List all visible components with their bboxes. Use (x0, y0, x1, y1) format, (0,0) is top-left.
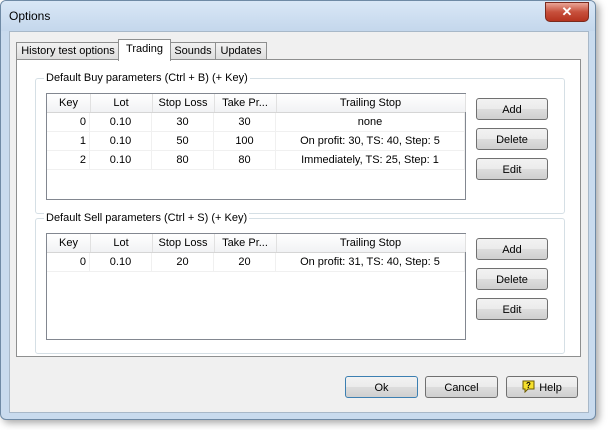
svg-text:?: ? (526, 381, 531, 390)
cell-key: 0 (47, 253, 90, 272)
options-dialog: Options ✕ History test options Trading S… (0, 0, 596, 420)
cell-lot: 0.10 (90, 132, 152, 151)
cell-lot: 0.10 (90, 113, 152, 132)
buy-delete-button[interactable]: Delete (476, 128, 548, 150)
ok-button[interactable]: Ok (345, 376, 418, 398)
cell-trailing-stop: On profit: 31, TS: 40, Step: 5 (276, 253, 465, 272)
column-header-lot[interactable]: Lot (90, 94, 153, 112)
cell-stop-loss: 80 (152, 151, 214, 170)
tab-updates[interactable]: Updates (215, 42, 267, 60)
close-icon: ✕ (561, 4, 573, 19)
buy-parameters-group: Default Buy parameters (Ctrl + B) (+ Key… (35, 72, 565, 214)
cell-take-profit: 100 (214, 132, 276, 151)
cell-lot: 0.10 (90, 151, 152, 170)
help-button-label: Help (539, 382, 562, 394)
table-row[interactable]: 0 0.10 30 30 none (47, 113, 465, 132)
buy-edit-button[interactable]: Edit (476, 158, 548, 180)
column-header-take-profit[interactable]: Take Pr... (214, 234, 277, 252)
cell-take-profit: 20 (214, 253, 276, 272)
table-row[interactable]: 1 0.10 50 100 On profit: 30, TS: 40, Ste… (47, 132, 465, 151)
help-button[interactable]: ? Help (506, 376, 578, 398)
cancel-button[interactable]: Cancel (425, 376, 498, 398)
dialog-client-area: History test options Trading Sounds Upda… (9, 31, 589, 413)
cell-key: 2 (47, 151, 90, 170)
sell-group-label: Default Sell parameters (Ctrl + S) (+ Ke… (44, 212, 250, 224)
column-header-trailing-stop[interactable]: Trailing Stop (276, 234, 466, 252)
cell-key: 1 (47, 132, 90, 151)
cell-take-profit: 30 (214, 113, 276, 132)
sell-add-button[interactable]: Add (476, 238, 548, 260)
help-question-icon: ? (522, 380, 535, 393)
cell-key: 0 (47, 113, 90, 132)
tab-sounds[interactable]: Sounds (169, 42, 217, 60)
cell-stop-loss: 50 (152, 132, 214, 151)
cell-trailing-stop: none (276, 113, 465, 132)
column-header-stop-loss[interactable]: Stop Loss (152, 94, 215, 112)
buy-group-label: Default Buy parameters (Ctrl + B) (+ Key… (44, 72, 250, 84)
cell-lot: 0.10 (90, 253, 152, 272)
sell-delete-button[interactable]: Delete (476, 268, 548, 290)
column-header-key[interactable]: Key (47, 234, 91, 252)
cell-trailing-stop: Immediately, TS: 25, Step: 1 (276, 151, 465, 170)
close-button[interactable]: ✕ (545, 2, 589, 22)
column-header-key[interactable]: Key (47, 94, 91, 112)
cell-trailing-stop: On profit: 30, TS: 40, Step: 5 (276, 132, 465, 151)
column-header-take-profit[interactable]: Take Pr... (214, 94, 277, 112)
sell-parameters-group: Default Sell parameters (Ctrl + S) (+ Ke… (35, 212, 565, 354)
trading-tab-panel: Default Buy parameters (Ctrl + B) (+ Key… (16, 59, 581, 357)
tab-history-test-options[interactable]: History test options (16, 42, 120, 60)
table-row[interactable]: 2 0.10 80 80 Immediately, TS: 25, Step: … (47, 151, 465, 170)
tab-trading[interactable]: Trading (118, 39, 171, 61)
cell-stop-loss: 20 (152, 253, 214, 272)
cell-stop-loss: 30 (152, 113, 214, 132)
sell-edit-button[interactable]: Edit (476, 298, 548, 320)
table-row[interactable]: 0 0.10 20 20 On profit: 31, TS: 40, Step… (47, 253, 465, 272)
title-bar[interactable]: Options ✕ (1, 1, 595, 31)
buy-add-button[interactable]: Add (476, 98, 548, 120)
window-title: Options (9, 9, 51, 23)
buy-parameters-table[interactable]: Key Lot Stop Loss Take Pr... Trailing St… (46, 93, 466, 200)
cell-take-profit: 80 (214, 151, 276, 170)
buy-table-header: Key Lot Stop Loss Take Pr... Trailing St… (47, 94, 466, 113)
column-header-stop-loss[interactable]: Stop Loss (152, 234, 215, 252)
column-header-trailing-stop[interactable]: Trailing Stop (276, 94, 466, 112)
column-header-lot[interactable]: Lot (90, 234, 153, 252)
sell-parameters-table[interactable]: Key Lot Stop Loss Take Pr... Trailing St… (46, 233, 466, 340)
sell-table-header: Key Lot Stop Loss Take Pr... Trailing St… (47, 234, 466, 253)
